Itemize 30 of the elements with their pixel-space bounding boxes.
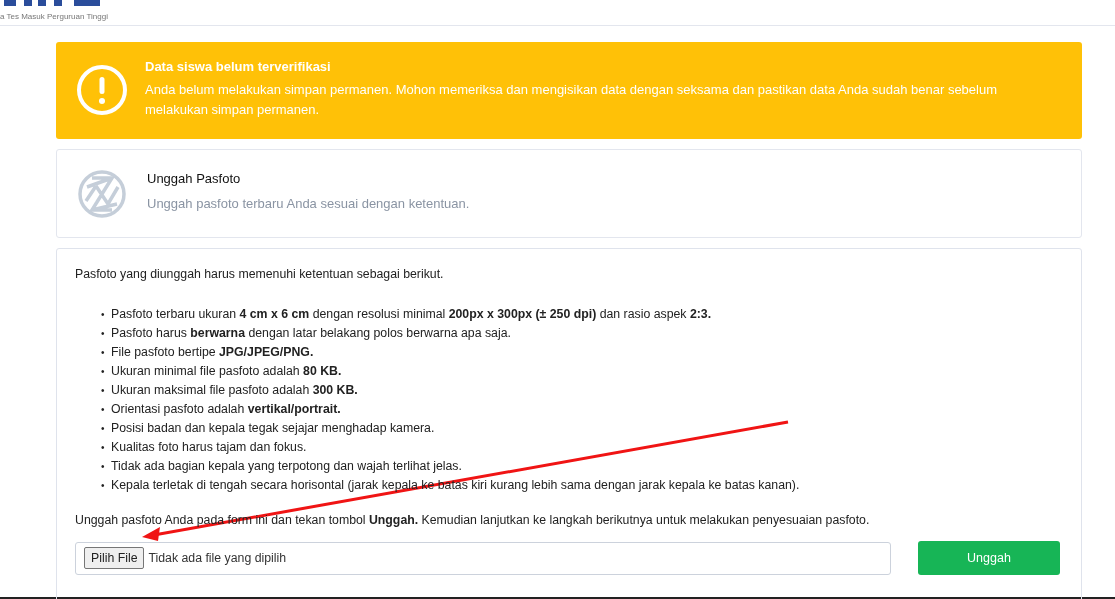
card-title: Unggah Pasfoto [147, 170, 242, 186]
file-input[interactable]: Pilih File Tidak ada file yang dipilih [75, 541, 891, 575]
exclamation-icon [76, 64, 128, 116]
alert-message: Anda belum melakukan simpan permanen. Mohon memeriksa dan mengisikan data dengan seksama dan pastikan data Anda sudah benar sebelum melakukan simpan permanen. [145, 81, 999, 119]
requirement-item: File pasfoto bertipe JPG/JPEG/PNG. [111, 344, 314, 361]
bullet: • [101, 384, 106, 398]
tagline: a Tes Masuk Perguruan Tinggi [0, 12, 109, 21]
bullet: • [101, 327, 106, 341]
bullet: • [101, 422, 106, 436]
bullet: • [101, 346, 106, 360]
bullet: • [101, 308, 106, 322]
aperture-icon [77, 168, 127, 219]
requirement-item: Ukuran maksimal file pasfoto adalah 300 KB. [111, 382, 358, 399]
file-status: Tidak ada file yang dipilih [148, 551, 287, 565]
requirement-item: Pasfoto harus berwarna dengan latar belakang polos berwarna apa saja. [111, 325, 511, 342]
bullet: • [101, 479, 106, 493]
requirement-item: Pasfoto terbaru ukuran 4 cm x 6 cm dengan resolusi minimal 200px x 300px (± 250 dpi) dan rasio aspek 2:3. [111, 306, 712, 323]
card-subtitle: Unggah pasfoto terbaru Anda sesuai dengan ketentuan. [147, 195, 470, 211]
requirement-item: Tidak ada bagian kepala yang terpotong dan wajah terlihat jelas. [111, 458, 462, 475]
choose-file-button[interactable]: Pilih File [84, 547, 145, 569]
bullet: • [101, 460, 106, 474]
bullet: • [101, 441, 106, 455]
requirement-item: Ukuran minimal file pasfoto adalah 80 KB. [111, 363, 342, 380]
requirements-intro: Pasfoto yang diunggah harus memenuhi ketentuan sebagai berikut. [75, 267, 445, 281]
bullet: • [101, 403, 106, 417]
bullet: • [101, 365, 106, 379]
requirement-item: Orientasi pasfoto adalah vertikal/portrait. [111, 401, 341, 418]
alert-title: Data siswa belum terverifikasi [145, 58, 332, 76]
requirement-item: Posisi badan dan kepala tegak sejajar menghadap kamera. [111, 420, 435, 437]
requirement-item: Kualitas foto harus tajam dan fokus. [111, 439, 307, 456]
